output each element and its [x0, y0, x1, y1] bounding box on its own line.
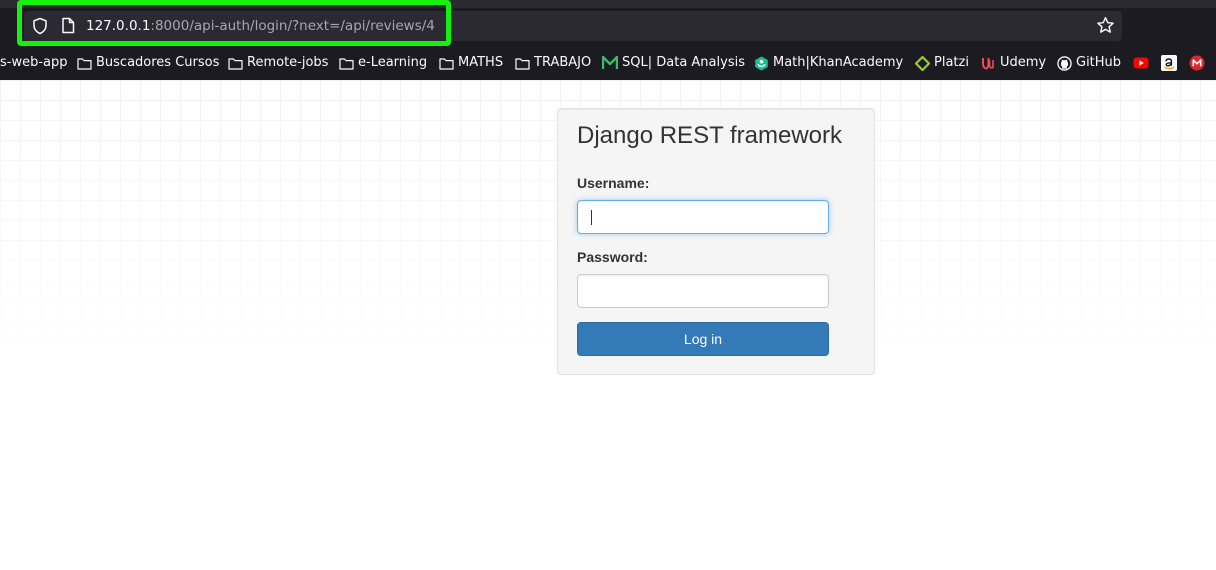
- bookmark-label: s-web-app: [0, 55, 68, 70]
- bookmark-amazon[interactable]: [1161, 50, 1181, 76]
- folder-icon: [228, 57, 243, 70]
- url-host: 127.0.0.1: [86, 18, 151, 34]
- page-icon[interactable]: [61, 17, 75, 34]
- bookmark-label: Math|KhanAcademy: [773, 55, 904, 70]
- folder-icon: [339, 57, 354, 70]
- url-path: :8000/api-auth/login/?next=/api/reviews/…: [150, 18, 435, 34]
- username-input[interactable]: [577, 200, 829, 234]
- bookmark-github[interactable]: GitHub: [1057, 50, 1121, 76]
- login-panel: Django REST framework Username: Password…: [557, 108, 875, 375]
- shield-icon[interactable]: [32, 17, 48, 35]
- password-input[interactable]: [577, 274, 829, 308]
- bookmark-label: Buscadores Cursos: [96, 55, 220, 70]
- youtube-icon: [1133, 57, 1149, 69]
- bookmark-folder-remote-jobs[interactable]: Remote-jobs: [228, 50, 328, 76]
- bookmark-label: SQL| Data Analysis: [622, 55, 745, 70]
- udemy-icon: [982, 58, 994, 70]
- tab-strip: [0, 0, 1216, 8]
- platzi-icon: [915, 55, 930, 71]
- bookmark-label: Udemy: [1000, 55, 1047, 70]
- amazon-icon: [1161, 55, 1177, 71]
- login-button[interactable]: Log in: [577, 322, 829, 356]
- bookmark-folder-e-learning[interactable]: e-Learning: [339, 50, 427, 76]
- url-text[interactable]: 127.0.0.1:8000/api-auth/login/?next=/api…: [86, 16, 435, 36]
- bookmark-udemy[interactable]: Udemy: [981, 50, 1046, 76]
- bookmark-label: e-Learning: [358, 55, 428, 70]
- bookmark-folder-buscadores[interactable]: Buscadores Cursos: [77, 50, 219, 76]
- bookmark-label: MATHS: [458, 55, 504, 70]
- m-logo-icon: [602, 56, 618, 69]
- bookmark-label: Platzi: [934, 55, 969, 70]
- bookmark-folder-trabajo[interactable]: TRABAJO: [515, 50, 591, 76]
- folder-icon: [439, 57, 454, 70]
- password-label: Password:: [577, 249, 648, 265]
- mega-icon: [1189, 55, 1205, 71]
- bookmark-label: Remote-jobs: [247, 55, 329, 70]
- folder-icon: [77, 57, 92, 70]
- username-label: Username:: [577, 175, 650, 191]
- page-content: Django REST framework Username: Password…: [0, 80, 1216, 570]
- bookmark-mega[interactable]: [1189, 50, 1209, 76]
- github-icon: [1057, 55, 1072, 71]
- bookmark-youtube[interactable]: [1133, 50, 1153, 76]
- khan-academy-icon: [755, 56, 768, 70]
- folder-icon: [515, 57, 530, 70]
- star-icon[interactable]: [1096, 16, 1115, 35]
- bookmark-sql-data-analysis[interactable]: SQL| Data Analysis: [602, 50, 745, 76]
- bookmark-platzi[interactable]: Platzi: [915, 50, 969, 76]
- bookmarks-toolbar: s-web-app Buscadores Cursos Remote-jobs …: [0, 50, 1216, 76]
- bookmark-khan-academy[interactable]: Math|KhanAcademy: [754, 50, 903, 76]
- brand-title: Django REST framework: [577, 122, 842, 149]
- text-caret: [591, 210, 592, 225]
- bookmark-label: TRABAJO: [534, 55, 592, 70]
- bookmark-folder-maths[interactable]: MATHS: [439, 50, 503, 76]
- bookmark-label: GitHub: [1076, 55, 1122, 70]
- bookmark-s-web-app[interactable]: s-web-app: [0, 50, 68, 76]
- browser-toolbar: 127.0.0.1:8000/api-auth/login/?next=/api…: [0, 0, 1216, 80]
